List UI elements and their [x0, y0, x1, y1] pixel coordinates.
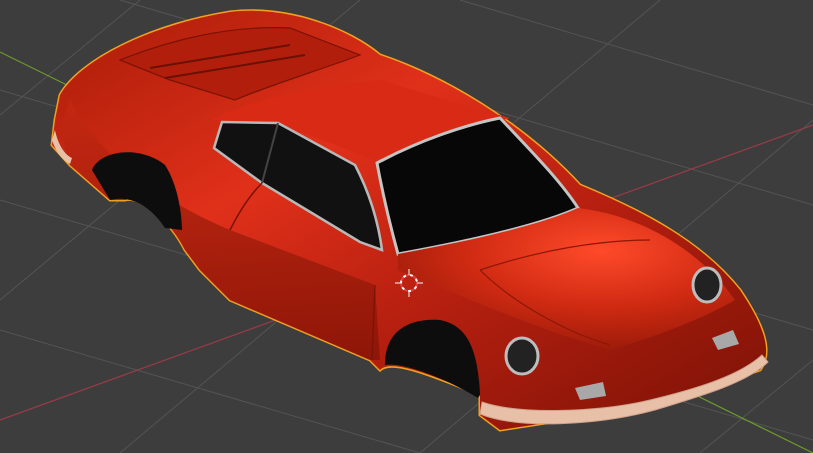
headlight-right: [691, 266, 723, 304]
viewport-canvas[interactable]: [0, 0, 813, 453]
car-body[interactable]: [50, 9, 769, 432]
3d-viewport[interactable]: [0, 0, 813, 453]
headlight-left: [504, 336, 540, 376]
